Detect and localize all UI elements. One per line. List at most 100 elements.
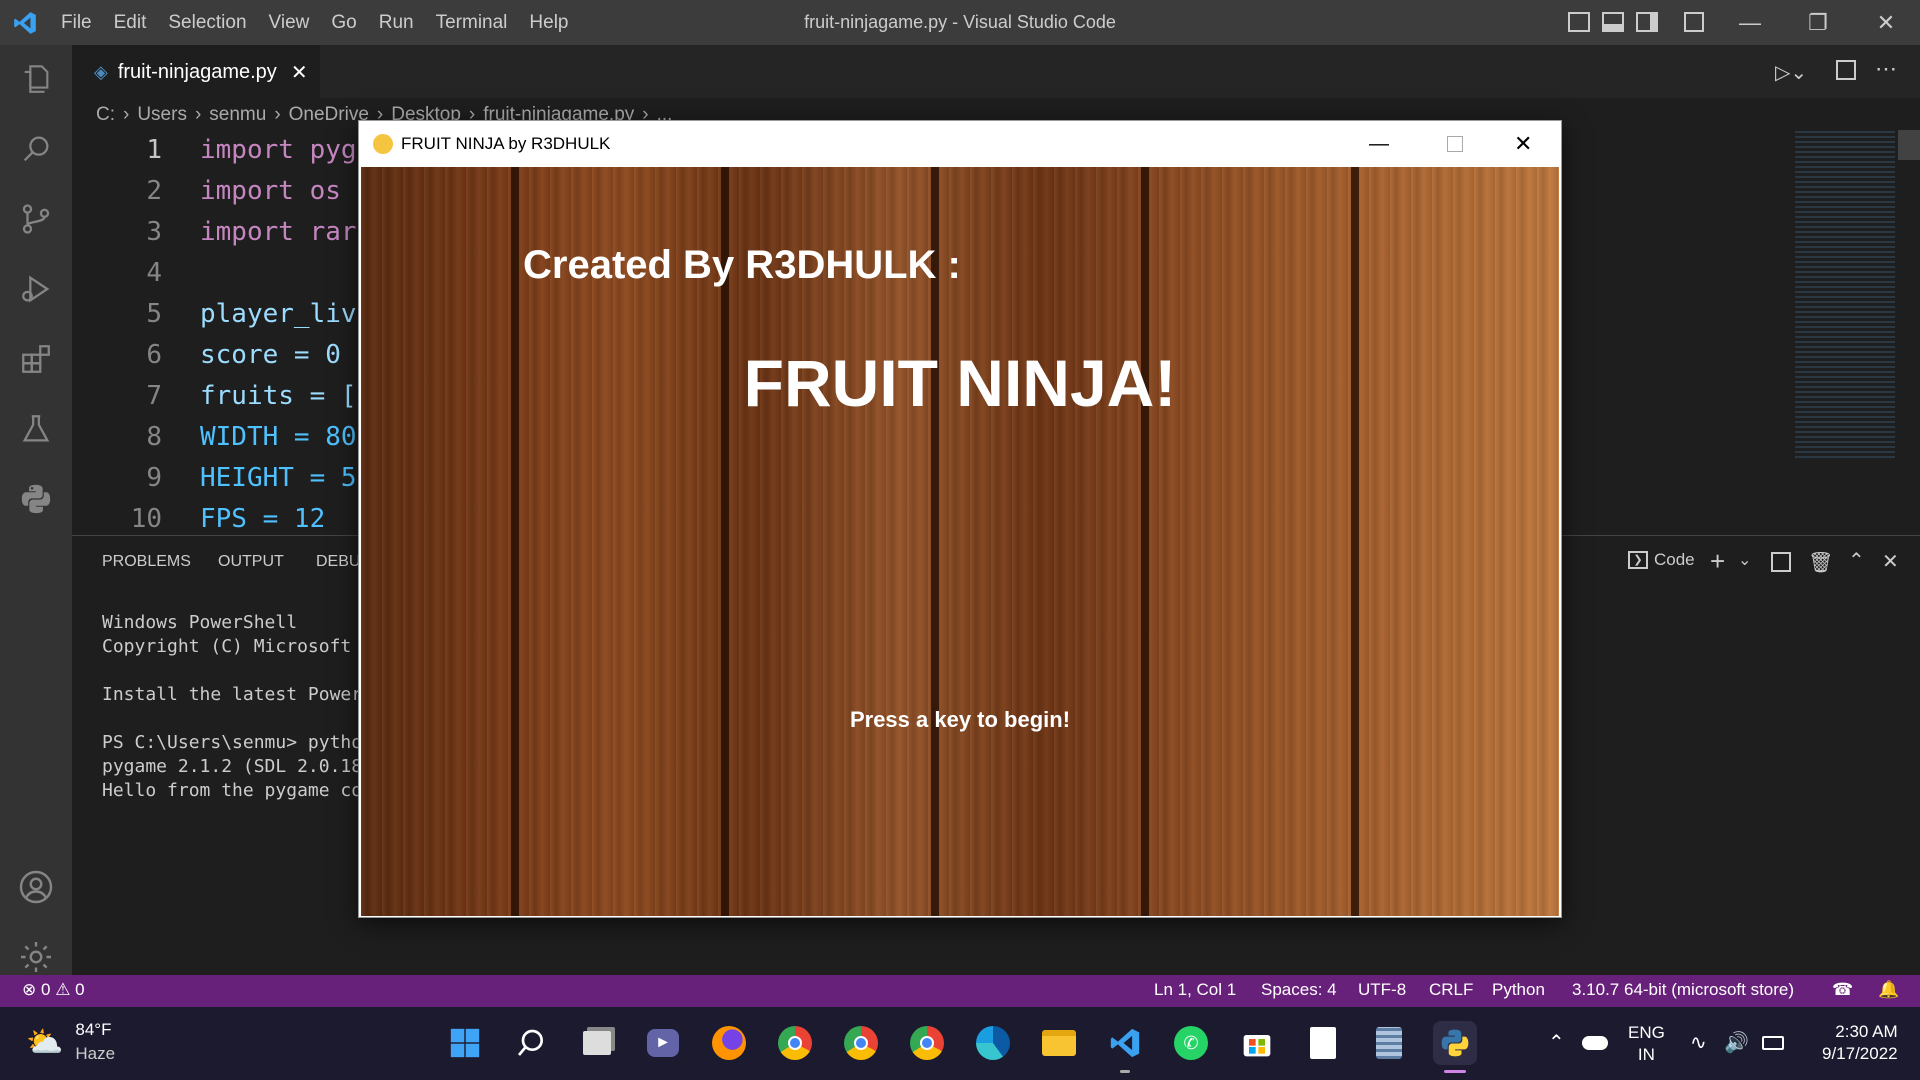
menu-terminal[interactable]: Terminal: [425, 12, 519, 34]
region-code: IN: [1637, 1045, 1655, 1064]
tab-close-icon[interactable]: ✕: [291, 60, 308, 85]
new-terminal-button[interactable]: +: [1710, 546, 1725, 577]
chrome-profile-1-icon[interactable]: [773, 1021, 817, 1065]
terminal-line: pygame 2.1.2 (SDL 2.0.18: [102, 756, 363, 777]
wifi-icon[interactable]: ∿: [1690, 1030, 1707, 1055]
accounts-icon[interactable]: [14, 865, 58, 909]
file-explorer-icon[interactable]: [1037, 1021, 1081, 1065]
layout-toggle-sidebar-icon[interactable]: [1568, 12, 1590, 32]
breadcrumb-item[interactable]: C:: [96, 104, 115, 126]
search-taskbar-icon[interactable]: [509, 1021, 553, 1065]
pygame-window-title: FRUIT NINJA by R3DHULK: [401, 134, 611, 153]
run-python-file-button[interactable]: ▷⌄: [1775, 60, 1807, 85]
breadcrumb-item[interactable]: senmu: [209, 104, 266, 126]
source-control-icon[interactable]: [14, 197, 58, 241]
python-icon[interactable]: [14, 477, 58, 521]
terminal-instance[interactable]: ❯ Code: [1628, 550, 1695, 570]
split-terminal-icon[interactable]: [1771, 552, 1791, 572]
volume-icon[interactable]: 🔊: [1724, 1030, 1749, 1055]
end-of-line[interactable]: CRLF: [1429, 980, 1473, 1000]
task-view-icon[interactable]: [575, 1021, 619, 1065]
chrome-icon[interactable]: [905, 1021, 949, 1065]
extensions-icon[interactable]: [14, 337, 58, 381]
chrome-profile-2-icon[interactable]: [839, 1021, 883, 1065]
maximize-panel-icon[interactable]: ⌃: [1848, 548, 1865, 573]
search-icon[interactable]: [14, 127, 58, 171]
terminal-dropdown-icon[interactable]: ⌄: [1738, 550, 1751, 570]
tab-problems[interactable]: PROBLEMS: [102, 553, 191, 571]
edge-icon[interactable]: [971, 1021, 1015, 1065]
onedrive-icon[interactable]: [1582, 1036, 1608, 1050]
pygame-close-button[interactable]: ✕: [1514, 131, 1532, 157]
testing-icon[interactable]: [14, 407, 58, 451]
code-line[interactable]: FPS = 12: [200, 504, 325, 534]
minimize-button[interactable]: —: [1715, 0, 1785, 45]
code-line[interactable]: score = 0: [200, 340, 341, 370]
notepad-icon[interactable]: [1301, 1021, 1345, 1065]
settings-gear-icon[interactable]: [14, 935, 58, 979]
run-debug-icon[interactable]: [14, 267, 58, 311]
split-editor-icon[interactable]: [1836, 60, 1856, 80]
show-hidden-icons[interactable]: ⌃: [1548, 1030, 1565, 1055]
code-line[interactable]: HEIGHT = 5: [200, 463, 357, 493]
microsoft-store-icon[interactable]: [1235, 1021, 1279, 1065]
firefox-icon[interactable]: [707, 1021, 751, 1065]
tab-fruit-ninjagame[interactable]: ◈ fruit-ninjagame.py ✕: [72, 45, 320, 98]
pygame-minimize-button[interactable]: —: [1369, 133, 1389, 156]
feedback-icon[interactable]: ☎: [1832, 980, 1853, 1000]
notifications-bell-icon[interactable]: 🔔: [1878, 980, 1899, 1000]
breadcrumb-item[interactable]: OneDrive: [289, 104, 369, 126]
restore-button[interactable]: ❐: [1783, 0, 1853, 45]
tab-debug-console[interactable]: DEBU: [316, 553, 360, 571]
menu-go[interactable]: Go: [320, 12, 367, 34]
vscode-logo-icon[interactable]: [0, 0, 50, 45]
layout-toggle-panel-icon[interactable]: [1602, 12, 1624, 32]
battery-icon[interactable]: [1762, 1036, 1784, 1050]
close-button[interactable]: ✕: [1851, 0, 1920, 45]
menu-help[interactable]: Help: [518, 12, 579, 34]
editor-scrollbar[interactable]: [1898, 130, 1920, 160]
game-canvas[interactable]: Created By R3DHULK : FRUIT NINJA! Press …: [361, 167, 1559, 916]
layout-toggle-secondary-icon[interactable]: [1636, 12, 1658, 32]
pygame-window[interactable]: FRUIT NINJA by R3DHULK — ✕ Created By R3…: [358, 120, 1562, 918]
error-count: 0: [40, 980, 51, 999]
pygame-title-bar[interactable]: FRUIT NINJA by R3DHULK — ✕: [359, 121, 1561, 167]
code-line[interactable]: import rar: [200, 217, 357, 247]
teams-chat-icon[interactable]: ►: [641, 1021, 685, 1065]
python-interpreter[interactable]: 3.10.7 64-bit (microsoft store): [1572, 980, 1794, 1000]
menu-run[interactable]: Run: [368, 12, 425, 34]
code-line[interactable]: import os: [200, 176, 341, 206]
menu-file[interactable]: File: [50, 12, 103, 34]
breadcrumb-item[interactable]: Users: [137, 104, 187, 126]
start-button-icon[interactable]: [443, 1021, 487, 1065]
problems-status[interactable]: ⊗ 0 ⚠ 0: [22, 980, 85, 1000]
code-line[interactable]: WIDTH = 80: [200, 422, 357, 452]
calculator-icon[interactable]: [1367, 1021, 1411, 1065]
kill-terminal-icon[interactable]: 🗑: [1808, 550, 1833, 575]
python-app-icon[interactable]: [1433, 1021, 1477, 1065]
tab-output[interactable]: OUTPUT: [218, 553, 284, 571]
menu-selection[interactable]: Selection: [157, 12, 257, 34]
cursor-position[interactable]: Ln 1, Col 1: [1154, 980, 1236, 1000]
pygame-maximize-button[interactable]: [1447, 136, 1463, 152]
code-line[interactable]: import pyg: [200, 135, 357, 165]
language-indicator[interactable]: ENG IN: [1628, 1022, 1665, 1066]
explorer-icon[interactable]: [14, 57, 58, 101]
menu-edit[interactable]: Edit: [103, 12, 158, 34]
minimap[interactable]: [1795, 128, 1895, 458]
code-line[interactable]: player_liv: [200, 299, 357, 329]
line-number: 6: [146, 340, 162, 370]
encoding[interactable]: UTF-8: [1358, 980, 1406, 1000]
weather-widget[interactable]: ⛅ 84°F Haze: [26, 1020, 115, 1064]
code-line[interactable]: fruits = [: [200, 381, 357, 411]
menu-view[interactable]: View: [258, 12, 321, 34]
clock[interactable]: 2:30 AM 9/17/2022: [1822, 1021, 1898, 1065]
whatsapp-icon[interactable]: ✆: [1169, 1021, 1213, 1065]
vscode-taskbar-icon[interactable]: [1103, 1021, 1147, 1065]
customize-layout-icon[interactable]: [1684, 12, 1704, 32]
close-panel-icon[interactable]: ✕: [1882, 549, 1899, 574]
language-mode[interactable]: Python: [1492, 980, 1545, 1000]
indentation[interactable]: Spaces: 4: [1261, 980, 1337, 1000]
more-actions-icon[interactable]: ⋯: [1875, 56, 1897, 82]
terminal-line: Hello from the pygame co: [102, 780, 363, 801]
